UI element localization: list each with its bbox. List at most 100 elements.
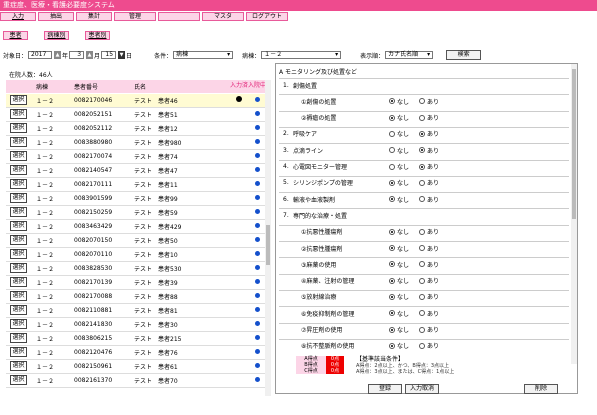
option-none[interactable]: なし <box>389 129 409 138</box>
select-button[interactable]: 選択 <box>10 319 27 329</box>
nav-tab-0[interactable]: 入力 <box>0 12 36 21</box>
option-yes[interactable]: あり <box>419 309 439 318</box>
option-none[interactable]: なし <box>389 178 409 187</box>
day-spinner[interactable]: ▼ <box>118 51 126 59</box>
subnav-tab-2[interactable]: 患者別 <box>85 31 110 40</box>
table-row[interactable]: 選択 １－２ 0082170139 テスト 患者39 <box>6 275 266 290</box>
radio-icon[interactable] <box>389 114 395 121</box>
option-yes[interactable]: あり <box>419 162 439 171</box>
delete-button[interactable]: 削除 <box>524 384 558 394</box>
option-yes[interactable]: あり <box>419 195 439 204</box>
select-button[interactable]: 選択 <box>10 361 27 371</box>
subnav-tab-0[interactable]: 患者 <box>3 31 28 40</box>
nav-tab-4[interactable] <box>158 12 200 21</box>
option-yes[interactable]: あり <box>419 341 439 350</box>
option-yes[interactable]: あり <box>419 292 439 301</box>
option-none[interactable]: なし <box>389 162 409 171</box>
register-button[interactable]: 登録 <box>368 384 402 394</box>
option-none[interactable]: なし <box>389 292 409 301</box>
scrollbar-thumb[interactable] <box>266 225 270 265</box>
display-select[interactable]: カナ氏名順 ▾ <box>385 51 434 59</box>
table-row[interactable]: 選択 １－２ 0082140547 テスト 患者47 <box>6 163 266 178</box>
option-yes[interactable]: あり <box>419 146 439 155</box>
select-button[interactable]: 選択 <box>10 333 27 343</box>
table-row[interactable]: 選択 １－２ 0082110881 テスト 患者81 <box>6 303 266 318</box>
select-button[interactable]: 選択 <box>10 263 27 273</box>
radio-icon[interactable] <box>419 228 426 235</box>
table-row[interactable]: 選択 １－２ 0082052151 テスト 患者51 <box>6 107 266 122</box>
radio-icon[interactable] <box>419 147 426 154</box>
select-button[interactable]: 選択 <box>10 221 27 231</box>
radio-icon[interactable] <box>389 179 395 186</box>
select-button[interactable]: 選択 <box>10 123 27 133</box>
option-yes[interactable]: あり <box>419 129 439 138</box>
option-none[interactable]: なし <box>389 195 409 204</box>
select-button[interactable]: 選択 <box>10 179 27 189</box>
year-spinner[interactable]: ▲ <box>54 51 62 59</box>
table-row[interactable]: 選択 １－２ 0082070110 テスト 患者10 <box>6 247 266 262</box>
option-yes[interactable]: あり <box>419 260 439 269</box>
option-none[interactable]: なし <box>389 341 409 350</box>
option-none[interactable]: なし <box>389 276 409 285</box>
nav-tab-3[interactable]: 管理 <box>114 12 156 21</box>
subnav-tab-1[interactable]: 病棟別 <box>44 31 69 40</box>
select-button[interactable]: 選択 <box>10 165 27 175</box>
condition-select[interactable]: 病棟 ▾ <box>173 51 234 59</box>
radio-icon[interactable] <box>389 293 395 300</box>
nav-tab-6[interactable]: ログアウト <box>246 12 288 21</box>
radio-icon[interactable] <box>419 130 426 137</box>
option-yes[interactable]: あり <box>419 244 439 253</box>
radio-icon[interactable] <box>389 228 395 235</box>
table-row[interactable]: 選択 １－２ 0082070150 テスト 患者50 <box>6 233 266 248</box>
select-button[interactable]: 選択 <box>10 305 27 315</box>
radio-icon[interactable] <box>419 293 426 300</box>
cancel-input-button[interactable]: 入力取消 <box>405 384 439 394</box>
search-button[interactable]: 検索 <box>446 50 482 60</box>
option-none[interactable]: なし <box>389 260 409 269</box>
radio-icon[interactable] <box>419 342 426 349</box>
option-none[interactable]: なし <box>389 325 409 334</box>
option-none[interactable]: なし <box>389 97 409 106</box>
select-button[interactable]: 選択 <box>10 151 27 161</box>
radio-icon[interactable] <box>419 196 426 203</box>
select-button[interactable]: 選択 <box>10 207 27 217</box>
radio-icon[interactable] <box>389 130 395 137</box>
ward-select[interactable]: １－２ ▾ <box>261 51 342 59</box>
select-button[interactable]: 選択 <box>10 249 27 259</box>
radio-icon[interactable] <box>419 98 426 105</box>
option-none[interactable]: なし <box>389 227 409 236</box>
radio-icon[interactable] <box>419 310 426 317</box>
radio-icon[interactable] <box>389 98 395 105</box>
radio-icon[interactable] <box>389 277 395 284</box>
table-row[interactable]: 選択 １－２ 0082170046 テスト 患者46 <box>6 93 266 108</box>
option-yes[interactable]: あり <box>419 325 439 334</box>
month-input[interactable]: 3 <box>69 51 85 59</box>
table-row[interactable]: 選択 １－２ 0083806215 テスト 患者215 <box>6 331 266 346</box>
day-input[interactable]: 15 <box>101 51 117 59</box>
option-yes[interactable]: あり <box>419 97 439 106</box>
table-row[interactable]: 選択 １－２ 0082141830 テスト 患者30 <box>6 317 266 332</box>
radio-icon[interactable] <box>389 342 395 349</box>
table-row[interactable]: 選択 １－２ 0083880980 テスト 患者980 <box>6 135 266 150</box>
radio-icon[interactable] <box>389 261 395 268</box>
table-row[interactable]: 選択 １－２ 0083463429 テスト 患者429 <box>6 219 266 234</box>
radio-icon[interactable] <box>419 326 426 333</box>
radio-icon[interactable] <box>389 196 395 203</box>
select-button[interactable]: 選択 <box>10 347 27 357</box>
table-row[interactable]: 選択 １－２ 0082161370 テスト 患者70 <box>6 373 266 388</box>
radio-icon[interactable] <box>419 245 426 251</box>
option-yes[interactable]: あり <box>419 227 439 236</box>
option-none[interactable]: なし <box>389 244 409 253</box>
radio-icon[interactable] <box>419 261 426 268</box>
monitoring-scrollbar[interactable] <box>571 64 577 364</box>
nav-tab-2[interactable]: 集計 <box>76 12 112 21</box>
option-none[interactable]: なし <box>389 113 409 122</box>
radio-icon[interactable] <box>389 147 395 154</box>
select-button[interactable]: 選択 <box>10 291 27 301</box>
radio-icon[interactable] <box>419 277 426 284</box>
table-row[interactable]: 選択 １－２ 0082120476 テスト 患者76 <box>6 345 266 360</box>
option-yes[interactable]: あり <box>419 276 439 285</box>
select-button[interactable]: 選択 <box>10 235 27 245</box>
option-yes[interactable]: あり <box>419 178 439 187</box>
radio-icon[interactable] <box>419 179 426 186</box>
